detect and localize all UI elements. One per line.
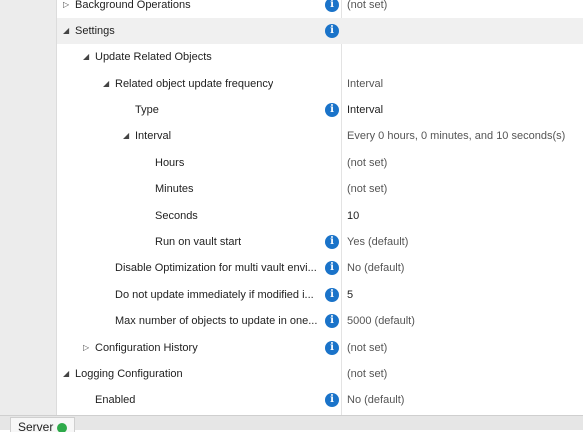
info-icon[interactable]: i — [325, 261, 339, 275]
row-settings[interactable]: ◢ Settings i — [57, 18, 583, 44]
row-value[interactable]: Interval — [347, 71, 577, 97]
expanded-arrow-icon[interactable]: ◢ — [103, 71, 109, 97]
row-interval[interactable]: ◢ Interval Every 0 hours, 0 minutes, and… — [57, 123, 583, 149]
row-label: Interval — [135, 130, 172, 142]
row-value[interactable]: No (default) — [347, 255, 577, 281]
info-icon[interactable]: i — [325, 314, 339, 328]
server-label: Server — [18, 420, 54, 432]
expanded-arrow-icon[interactable]: ◢ — [63, 18, 69, 44]
row-label: Run on vault start — [155, 236, 242, 248]
row-value[interactable]: 5 — [347, 282, 577, 308]
row-label: Hours — [155, 157, 185, 169]
row-value[interactable]: No (default) — [347, 387, 577, 413]
collapsed-arrow-icon[interactable]: ▷ — [63, 0, 69, 18]
row-value[interactable]: 5000 (default) — [347, 308, 577, 334]
info-icon[interactable]: i — [325, 103, 339, 117]
connection-status-icon — [57, 422, 68, 432]
row-logging-configuration[interactable]: ◢ Logging Configuration (not set) — [57, 361, 583, 387]
row-update-related-objects[interactable]: ◢ Update Related Objects — [57, 44, 583, 70]
row-enabled[interactable]: Enabled i No (default) — [57, 387, 583, 413]
row-label: Related object update frequency — [115, 78, 274, 90]
row-value[interactable]: (not set) — [347, 176, 577, 202]
status-bar: Server — [0, 415, 583, 432]
info-icon[interactable]: i — [325, 0, 339, 12]
row-label: Type — [135, 104, 159, 116]
row-label: Seconds — [155, 210, 198, 222]
left-navigation-pane — [0, 0, 57, 415]
row-do-not-update-immediately[interactable]: Do not update immediately if modified i.… — [57, 282, 583, 308]
row-value[interactable]: Yes (default) — [347, 229, 577, 255]
info-icon[interactable]: i — [325, 393, 339, 407]
expanded-arrow-icon[interactable]: ◢ — [63, 361, 69, 387]
row-hours[interactable]: Hours (not set) — [57, 150, 583, 176]
row-value[interactable]: Interval — [347, 97, 577, 123]
info-icon[interactable]: i — [325, 288, 339, 302]
row-value[interactable] — [347, 44, 577, 70]
row-type[interactable]: Type i Interval — [57, 97, 583, 123]
row-disable-optimization[interactable]: Disable Optimization for multi vault env… — [57, 255, 583, 281]
expanded-arrow-icon[interactable]: ◢ — [123, 123, 129, 149]
row-label: Settings — [75, 25, 115, 37]
row-value[interactable]: (not set) — [347, 150, 577, 176]
row-value[interactable]: (not set) — [347, 361, 577, 387]
row-label: Background Operations — [75, 0, 191, 11]
row-value[interactable]: 10 — [347, 203, 577, 229]
collapsed-arrow-icon[interactable]: ▷ — [83, 335, 89, 361]
info-icon[interactable]: i — [325, 24, 339, 38]
row-seconds[interactable]: Seconds 10 — [57, 203, 583, 229]
property-grid: ▷ Background Operations i (not set) ◢ Se… — [57, 0, 583, 415]
row-label: Disable Optimization for multi vault env… — [115, 262, 317, 274]
row-max-number-of-objects[interactable]: Max number of objects to update in one..… — [57, 308, 583, 334]
info-icon[interactable]: i — [325, 341, 339, 355]
info-icon[interactable]: i — [325, 235, 339, 249]
row-label: Configuration History — [95, 342, 198, 354]
row-label: Logging Configuration — [75, 368, 183, 380]
expanded-arrow-icon[interactable]: ◢ — [83, 44, 89, 70]
row-background-operations[interactable]: ▷ Background Operations i (not set) — [57, 0, 583, 18]
row-label: Enabled — [95, 394, 136, 406]
row-value[interactable]: (not set) — [347, 335, 577, 361]
row-run-on-vault-start[interactable]: Run on vault start i Yes (default) — [57, 229, 583, 255]
row-value[interactable] — [347, 18, 577, 44]
row-configuration-history[interactable]: ▷ Configuration History i (not set) — [57, 335, 583, 361]
row-value[interactable]: (not set) — [347, 0, 577, 18]
row-value[interactable]: Every 0 hours, 0 minutes, and 10 seconds… — [347, 123, 577, 149]
row-related-object-update-frequency[interactable]: ◢ Related object update frequency Interv… — [57, 71, 583, 97]
row-label: Max number of objects to update in one..… — [115, 315, 318, 327]
row-label: Do not update immediately if modified i.… — [115, 289, 314, 301]
row-label: Update Related Objects — [95, 51, 212, 63]
row-minutes[interactable]: Minutes (not set) — [57, 176, 583, 202]
row-label: Minutes — [155, 183, 194, 195]
